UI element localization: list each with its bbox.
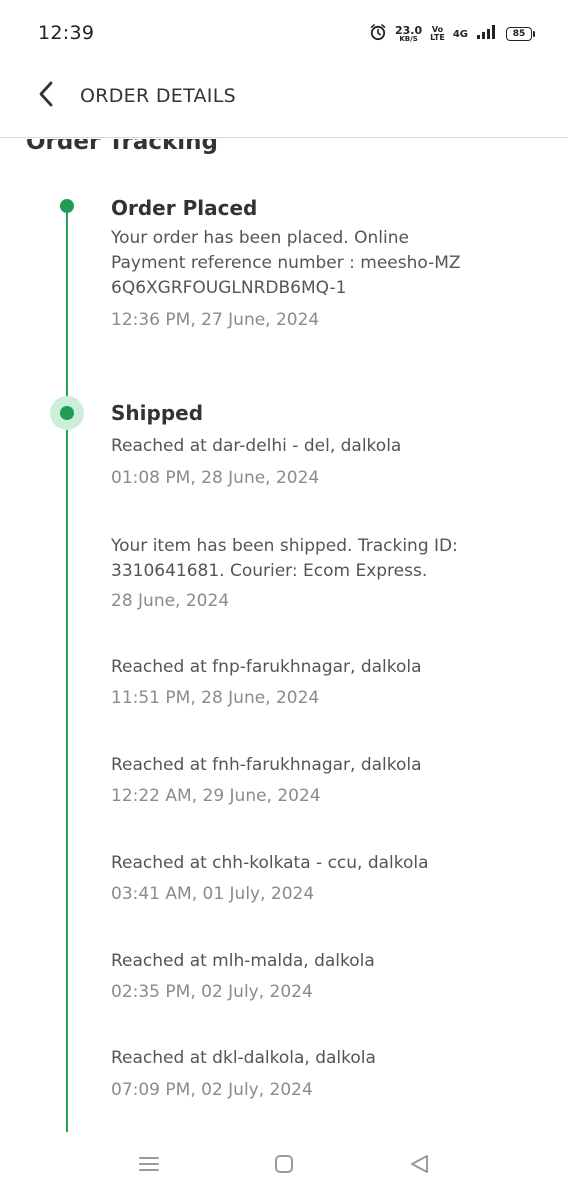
event-line: Reached at dar-delhi - del, dalkola (111, 436, 402, 456)
volte-bottom: LTE (430, 33, 445, 42)
event-description: Reached at chh-kolkata - ccu, dalkola (111, 851, 541, 876)
order-tracking-section: Order Tracking Order Placed Your order h… (0, 139, 568, 1132)
event-time: 28 June, 2024 (111, 591, 230, 611)
event-line: Your order has been placed. Online (111, 228, 409, 248)
event-time: 01:08 PM, 28 June, 2024 (111, 468, 320, 488)
event-time: 03:41 AM, 01 July, 2024 (111, 884, 315, 904)
event-time: 11:51 PM, 28 June, 2024 (111, 688, 320, 708)
event-line: Reached at chh-kolkata - ccu, dalkola (111, 853, 429, 873)
stage-title-shipped: Shipped (111, 401, 204, 425)
event-line: Reached at dkl-dalkola, dalkola (111, 1048, 376, 1068)
event-time: 12:36 PM, 27 June, 2024 (111, 310, 320, 330)
event-description: Your order has been placed. Online Payme… (111, 226, 541, 301)
page-title: ORDER DETAILS (80, 85, 236, 107)
event-line: Reached at fnh-farukhnagar, dalkola (111, 755, 422, 775)
timeline-line (66, 206, 68, 1132)
timeline-dot-order-placed (60, 199, 74, 213)
status-icons: 23.0 KB/S Vo LTE 4G 85 (369, 22, 535, 46)
event-line: Reached at mlh-malda, dalkola (111, 951, 375, 971)
event-line: Payment reference number : meesho-MZ (111, 253, 461, 273)
event-description: Reached at dar-delhi - del, dalkola (111, 434, 541, 459)
status-time: 12:39 (38, 22, 95, 44)
battery-level: 85 (512, 29, 526, 39)
event-line: 3310641681. Courier: Ecom Express. (111, 561, 428, 581)
home-button[interactable] (269, 1154, 299, 1178)
battery-icon: 85 (506, 27, 535, 41)
timeline-dot-inner (60, 406, 74, 420)
back-button[interactable] (26, 76, 66, 116)
event-description: Reached at fnp-farukhnagar, dalkola (111, 655, 541, 680)
back-triangle-icon (408, 1154, 430, 1178)
back-nav-button[interactable] (404, 1154, 434, 1178)
home-icon (274, 1154, 294, 1178)
event-line: Reached at fnp-farukhnagar, dalkola (111, 657, 422, 677)
timeline-dot-shipped (50, 396, 84, 430)
back-chevron-icon (37, 80, 55, 112)
volte-icon: Vo LTE (430, 26, 445, 42)
system-nav-bar (0, 1132, 568, 1200)
event-description: Reached at fnh-farukhnagar, dalkola (111, 753, 541, 778)
event-line: 6Q6XGRFOUGLNRDB6MQ-1 (111, 278, 347, 298)
menu-icon (138, 1155, 160, 1177)
signal-icon (476, 24, 498, 44)
menu-button[interactable] (134, 1154, 164, 1178)
event-description: Reached at dkl-dalkola, dalkola (111, 1046, 541, 1071)
event-time: 02:35 PM, 02 July, 2024 (111, 982, 313, 1002)
alarm-icon (369, 23, 387, 45)
event-time: 07:09 PM, 02 July, 2024 (111, 1080, 313, 1100)
net-speed-unit: KB/S (399, 35, 418, 43)
stage-title-order-placed: Order Placed (111, 196, 258, 220)
event-description: Your item has been shipped. Tracking ID:… (111, 534, 541, 584)
app-header: ORDER DETAILS (0, 52, 568, 138)
event-time: 12:22 AM, 29 June, 2024 (111, 786, 321, 806)
event-description: Reached at mlh-malda, dalkola (111, 949, 541, 974)
status-bar: 12:39 23.0 KB/S Vo LTE 4G 85 (0, 0, 568, 52)
event-line: Your item has been shipped. Tracking ID: (111, 536, 458, 556)
section-title: Order Tracking (26, 139, 218, 155)
net-speed: 23.0 KB/S (395, 25, 422, 43)
network-4g-icon: 4G (452, 28, 468, 40)
